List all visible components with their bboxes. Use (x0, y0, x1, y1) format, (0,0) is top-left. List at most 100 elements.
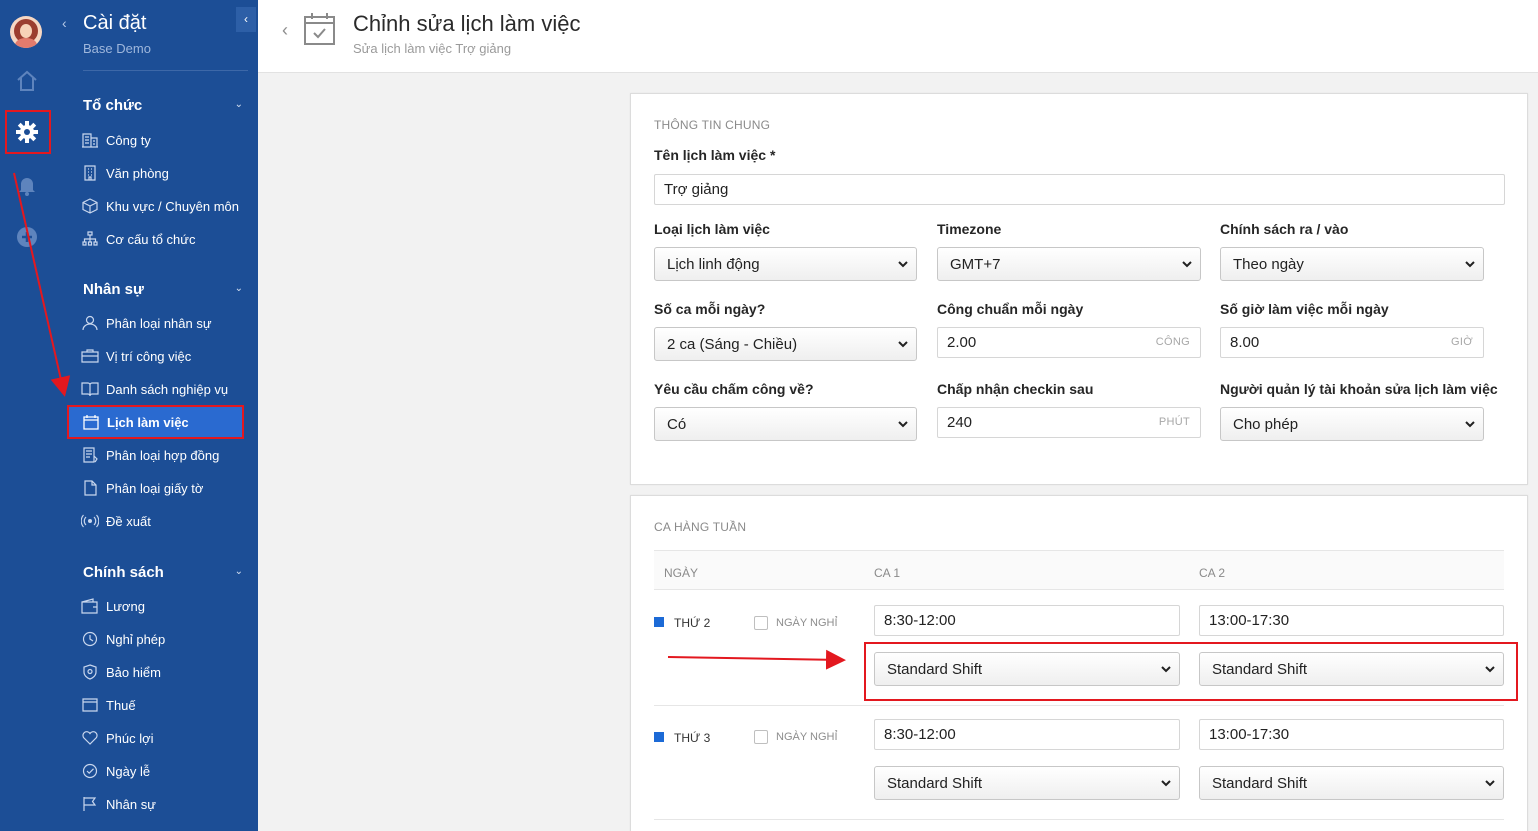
sidebar-item-nghi-phep[interactable]: Nghỉ phép (81, 627, 244, 651)
chevron-down-icon (898, 261, 908, 268)
schedule-type-select[interactable]: Lịch linh động (654, 247, 917, 281)
shift-time-value: 8:30-12:00 (884, 612, 956, 629)
chevron-down-icon (898, 421, 908, 428)
shift1-time-input[interactable]: 8:30-12:00 (874, 605, 1180, 636)
chevron-down-icon[interactable]: ⌄ (235, 99, 243, 110)
chevron-down-icon[interactable]: ⌄ (235, 283, 243, 294)
day-label: THỨ 2 (674, 616, 711, 630)
sidebar-item-phuc-loi[interactable]: Phúc lợi (81, 726, 244, 750)
sidebar-item-thue[interactable]: Thuế (81, 693, 244, 717)
shift1-time-input[interactable]: 8:30-12:00 (874, 719, 1180, 750)
sidebar-item-co-cau[interactable]: Cơ cấu tổ chức (81, 227, 244, 251)
calendar-check-icon (304, 13, 335, 45)
standard-workday-input[interactable]: 2.00 CÔNG (937, 327, 1201, 358)
section-to-chuc[interactable]: Tổ chức ⌄ (83, 97, 243, 114)
shift2-time-input[interactable]: 13:00-17:30 (1199, 605, 1504, 636)
avatar[interactable] (10, 16, 42, 48)
checkin-after-value: 240 (947, 414, 973, 431)
sidebar-item-phan-loai-giay-to[interactable]: Phân loại giấy tờ (81, 476, 244, 500)
shifts-label: Số ca mỗi ngày? (654, 301, 766, 317)
bell-icon[interactable] (15, 173, 39, 197)
chevron-down-icon[interactable]: ⌄ (235, 566, 243, 577)
check-circle-icon (82, 763, 98, 779)
chevron-left-icon[interactable]: ‹ (62, 15, 67, 31)
chevron-down-icon (1161, 780, 1171, 787)
shift2-type-select[interactable]: Standard Shift (1199, 766, 1504, 800)
timezone-select[interactable]: GMT+7 (937, 247, 1201, 281)
checkin-after-input[interactable]: 240 PHÚT (937, 407, 1201, 438)
back-chevron-icon[interactable]: ‹ (282, 20, 288, 41)
schedule-name-value: Trợ giảng (664, 181, 729, 198)
briefcase-icon (81, 349, 99, 363)
checkout-required-select[interactable]: Có (654, 407, 917, 441)
sidebar-item-phan-loai-hop-dong[interactable]: Phân loại hợp đồng (81, 443, 244, 467)
manager-edit-select[interactable]: Cho phép (1220, 407, 1484, 441)
table-header: NGÀY CA 1 CA 2 (654, 550, 1504, 590)
heart-icon (82, 731, 98, 745)
section-title: THÔNG TIN CHUNG (654, 118, 771, 132)
column-header-shift2: CA 2 (1199, 566, 1226, 580)
chevron-down-icon (1465, 261, 1475, 268)
timezone-value: GMT+7 (950, 255, 1001, 273)
sidebar-item-bao-hiem[interactable]: Bảo hiểm (81, 660, 244, 684)
day-marker (654, 732, 664, 742)
chevron-down-icon (1465, 421, 1475, 428)
user-icon (82, 315, 98, 331)
sidebar-item-khu-vuc[interactable]: Khu vực / Chuyên môn (81, 194, 244, 218)
plus-circle-icon[interactable] (15, 225, 39, 249)
hours-per-day-input[interactable]: 8.00 GIỜ (1220, 327, 1484, 358)
row-divider (654, 705, 1504, 706)
annotation-shift-type-box (864, 642, 1518, 701)
shift2-time-input[interactable]: 13:00-17:30 (1199, 719, 1504, 750)
section-nhan-su[interactable]: Nhân sự ⌄ (83, 281, 243, 298)
shifts-per-day-value: 2 ca (Sáng - Chiều) (667, 335, 798, 353)
shifts-per-day-select[interactable]: 2 ca (Sáng - Chiều) (654, 327, 917, 361)
standard-label: Công chuẩn mỗi ngày (937, 301, 1084, 317)
document-icon (84, 480, 97, 496)
building-icon (82, 133, 98, 148)
home-icon[interactable] (15, 69, 39, 93)
shield-icon (83, 664, 97, 680)
wallet-icon (81, 598, 98, 614)
sidebar-item-van-phong[interactable]: Văn phòng (81, 161, 244, 185)
day-off-label: NGÀY NGHỈ (776, 731, 838, 743)
sidebar-item-de-xuat[interactable]: Đề xuất (81, 509, 244, 533)
sidebar-item-phan-loai-nhan-su[interactable]: Phân loại nhân sự (81, 311, 244, 335)
chevron-down-icon (898, 341, 908, 348)
sidebar-item-luong[interactable]: Lương (81, 594, 244, 618)
sidebar-subtitle: Base Demo (83, 41, 151, 56)
checkout-required-value: Có (667, 415, 687, 433)
section-label: Tổ chức (83, 97, 143, 114)
shift-time-value: 8:30-12:00 (884, 726, 956, 743)
hours-per-day-value: 8.00 (1230, 334, 1260, 351)
schedule-name-input[interactable]: Trợ giảng (654, 174, 1505, 205)
manager-label: Người quản lý tài khoản sửa lịch làm việ… (1220, 381, 1498, 397)
general-info-card: THÔNG TIN CHUNG Tên lịch làm việc * Trợ … (630, 93, 1528, 485)
office-icon (84, 165, 96, 181)
section-chinh-sach[interactable]: Chính sách ⌄ (83, 564, 243, 581)
shift1-type-select[interactable]: Standard Shift (874, 766, 1180, 800)
schedule-type-value: Lịch linh động (667, 255, 760, 273)
calendar-icon (83, 415, 99, 430)
sidebar-item-vi-tri[interactable]: Vị trí công việc (81, 344, 244, 368)
collapse-sidebar-button[interactable]: ‹ (236, 7, 256, 32)
sidebar-item-cong-ty[interactable]: Công ty (81, 128, 244, 152)
day-off-checkbox[interactable] (754, 730, 768, 744)
sidebar-item-ngay-le[interactable]: Ngày lễ (81, 759, 244, 783)
sidebar-item-label: Lịch làm việc (107, 414, 189, 430)
day-off-label: NGÀY NGHỈ (776, 617, 838, 629)
contract-icon (83, 447, 98, 463)
shift-type-value: Standard Shift (1212, 774, 1308, 792)
day-off-checkbox[interactable] (754, 616, 768, 630)
sidebar-item-label: Danh sách nghiệp vụ (106, 381, 229, 397)
sidebar-item-nhan-su-policy[interactable]: Nhân sự (81, 792, 244, 816)
sidebar-item-lich-lam-viec[interactable]: Lịch làm việc (67, 405, 244, 439)
sidebar-title: Cài đặt (83, 12, 147, 34)
sidebar-item-label: Thuế (106, 697, 136, 713)
sidebar-item-label: Phân loại nhân sự (106, 315, 212, 331)
sidebar-item-danh-sach-nghiep-vu[interactable]: Danh sách nghiệp vụ (81, 377, 244, 401)
sidebar-header: ‹ Cài đặt Base Demo ‹ (53, 0, 258, 72)
clock-icon (82, 631, 98, 647)
checkin-policy-select[interactable]: Theo ngày (1220, 247, 1484, 281)
divider (83, 70, 248, 71)
